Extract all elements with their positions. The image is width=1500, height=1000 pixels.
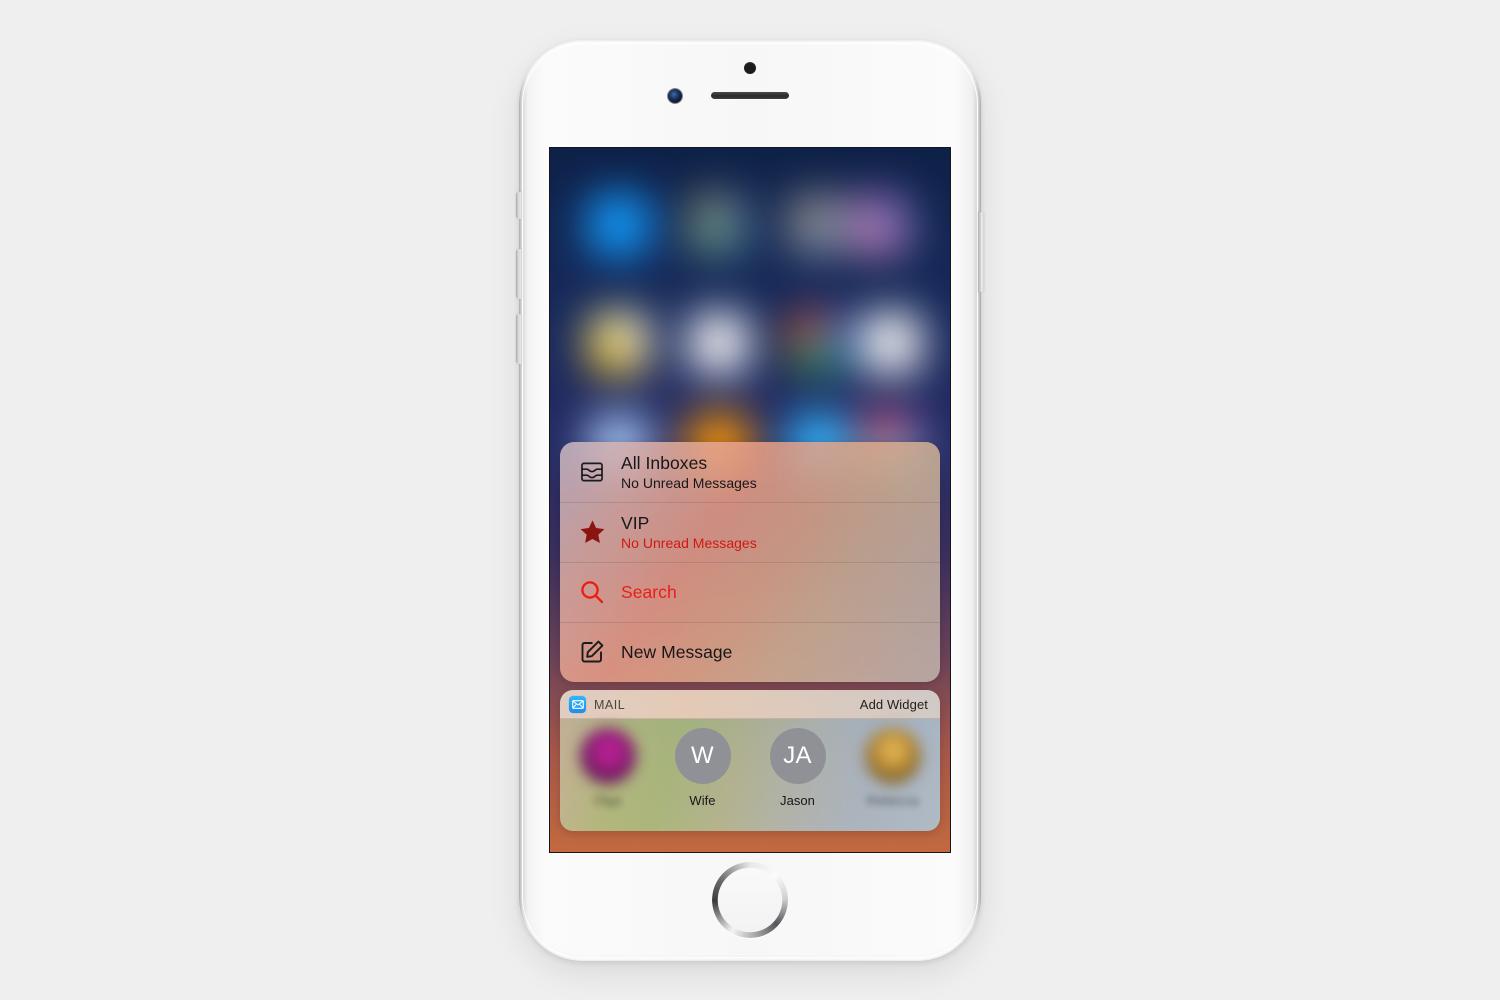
add-widget-button[interactable]: Add Widget — [860, 697, 928, 712]
quick-action-title: New Message — [621, 641, 733, 662]
phone-screen: All Inboxes No Unread Messages VIP No Un… — [550, 148, 950, 852]
earpiece-speaker-icon — [711, 92, 789, 99]
proximity-sensor-icon — [744, 62, 756, 74]
home-button[interactable] — [712, 862, 788, 938]
widget-contact[interactable]: Rebecca — [845, 728, 940, 831]
search-icon — [577, 579, 607, 605]
avatar-initials: JA — [783, 742, 812, 769]
quick-actions-menu: All Inboxes No Unread Messages VIP No Un… — [560, 442, 940, 682]
mail-widget: MAIL Add Widget Olga W Wife JA Jason Reb… — [560, 690, 940, 831]
inbox-tray-icon — [577, 460, 607, 484]
quick-action-subtitle: No Unread Messages — [621, 534, 757, 551]
app-icon-blurred — [688, 312, 750, 374]
app-icon-blurred — [860, 312, 922, 374]
app-icon-blurred — [688, 194, 750, 256]
mail-envelope-icon — [569, 696, 586, 713]
contact-name: Wife — [689, 793, 716, 808]
quick-action-subtitle: No Unread Messages — [621, 474, 757, 491]
app-icon-blurred — [788, 312, 850, 374]
quick-action-title: VIP — [621, 512, 650, 533]
quick-action-all-inboxes[interactable]: All Inboxes No Unread Messages — [560, 442, 940, 502]
avatar: W — [674, 728, 731, 784]
widget-contacts-row: Olga W Wife JA Jason Rebecca — [560, 719, 940, 831]
app-icon-blurred — [588, 194, 650, 256]
quick-action-title: Search — [621, 581, 677, 602]
compose-icon — [577, 639, 607, 665]
quick-action-new-message[interactable]: New Message — [560, 622, 940, 682]
quick-action-search[interactable]: Search — [560, 562, 940, 622]
power-button[interactable] — [978, 212, 984, 292]
contact-name: Olga — [593, 793, 622, 808]
quick-action-title: All Inboxes — [621, 452, 708, 473]
contact-name: Rebecca — [866, 793, 919, 808]
contact-name: Jason — [780, 793, 815, 808]
screenshot-canvas: All Inboxes No Unread Messages VIP No Un… — [0, 0, 1500, 1000]
widget-header: MAIL Add Widget — [560, 690, 940, 719]
avatar-initials: W — [691, 742, 714, 769]
volume-up-button[interactable] — [516, 249, 522, 299]
widget-contact[interactable]: W Wife — [655, 728, 750, 831]
quick-action-vip[interactable]: VIP No Unread Messages — [560, 502, 940, 562]
star-icon — [577, 519, 607, 545]
avatar — [864, 728, 921, 784]
avatar: JA — [769, 728, 826, 784]
app-icon-blurred — [788, 194, 850, 256]
volume-down-button[interactable] — [516, 314, 522, 364]
widget-contact[interactable]: JA Jason — [750, 728, 845, 831]
iphone-device: All Inboxes No Unread Messages VIP No Un… — [516, 40, 984, 961]
ring-silent-switch-button[interactable] — [516, 192, 522, 219]
app-icon-blurred — [850, 194, 912, 256]
widget-contact[interactable]: Olga — [560, 728, 655, 831]
widget-app-label: MAIL — [594, 697, 626, 712]
front-camera-icon — [668, 89, 682, 103]
app-icon-blurred — [588, 312, 650, 374]
avatar — [579, 728, 636, 784]
